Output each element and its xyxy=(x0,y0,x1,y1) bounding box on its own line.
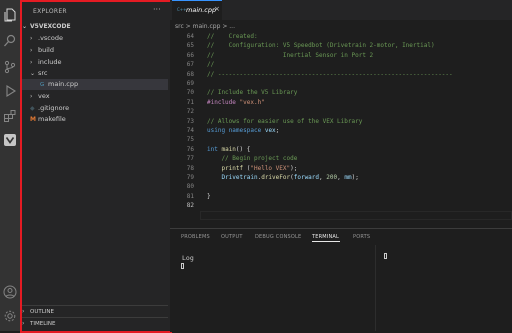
tab-ports[interactable]: PORTS xyxy=(353,234,370,240)
more-actions-icon[interactable]: ··· xyxy=(153,5,161,14)
tab-debug-console[interactable]: DEBUG CONSOLE xyxy=(255,234,301,240)
tree-item-label: .vscode xyxy=(38,34,63,42)
tab-terminal[interactable]: TERMINAL xyxy=(312,234,339,240)
search-icon[interactable] xyxy=(3,34,17,48)
outline-label: OUTLINE xyxy=(30,309,54,315)
active-tab-indicator xyxy=(312,241,340,242)
chevron-right-icon: › xyxy=(30,47,33,54)
tree-item-makefile[interactable]: Mmakefile xyxy=(22,114,168,125)
chevron-right-icon: › xyxy=(22,308,25,315)
cpp-file-icon: G xyxy=(40,82,45,88)
tree-item-label: include xyxy=(38,58,62,66)
tree-item-main-cpp[interactable]: Gmain.cpp xyxy=(22,79,168,90)
tree-item-label: build xyxy=(38,46,54,54)
vex-icon[interactable] xyxy=(3,133,17,147)
timeline-label: TIMELINE xyxy=(30,321,56,327)
panel-divider[interactable] xyxy=(375,245,376,331)
tree-item-label: src xyxy=(38,69,48,77)
tree-item-label: vex xyxy=(38,92,50,100)
close-icon[interactable]: × xyxy=(214,5,220,13)
tree-item-build[interactable]: › build xyxy=(22,45,168,56)
terminal-cursor-secondary xyxy=(384,253,387,259)
tree-item-include[interactable]: › include xyxy=(22,57,168,68)
chevron-right-icon: › xyxy=(30,59,33,66)
code-text: Drivetrain.driveFor(forward, 200, mm); xyxy=(221,174,359,181)
run-debug-icon[interactable] xyxy=(3,84,17,98)
makefile-icon: M xyxy=(30,116,36,123)
code-text: #include "vex.h" xyxy=(207,98,265,106)
settings-gear-icon[interactable] xyxy=(3,309,17,323)
chevron-right-icon: › xyxy=(30,35,33,42)
activity-bar xyxy=(0,0,20,331)
extensions-icon[interactable] xyxy=(3,109,17,123)
chevron-down-icon: ⌄ xyxy=(22,23,28,30)
tree-item-vscode[interactable]: › .vscode xyxy=(22,33,168,44)
bottom-panel xyxy=(170,228,512,332)
chevron-down-icon: ⌄ xyxy=(30,70,36,77)
explorer-title: EXPLORER xyxy=(33,8,67,15)
tab-problems[interactable]: PROBLEMS xyxy=(181,234,210,240)
code-text: // Inertial Sensor in Port 2 xyxy=(207,51,374,59)
tab-output[interactable]: OUTPUT xyxy=(221,234,243,240)
chevron-right-icon: › xyxy=(30,93,33,100)
tree-item-vex[interactable]: › vex xyxy=(22,91,168,102)
breadcrumb[interactable]: src > main.cpp > ... xyxy=(175,23,235,30)
current-line-highlight xyxy=(200,211,512,220)
tab-label: main.cpp xyxy=(186,6,217,14)
account-icon[interactable] xyxy=(3,285,17,299)
tree-item-src[interactable]: ⌄ src xyxy=(22,68,168,79)
terminal-output[interactable]: Log xyxy=(182,254,194,262)
line-number: 82 xyxy=(186,202,194,210)
code-text: using namespace vex; xyxy=(207,127,280,134)
tree-root-label: V5VEXCODE xyxy=(30,23,71,30)
terminal-cursor xyxy=(181,263,184,269)
tree-item-label: .gitignore xyxy=(38,104,70,112)
tree-item-label: main.cpp xyxy=(48,80,79,88)
tree-item-label: makefile xyxy=(38,115,66,123)
chevron-right-icon: › xyxy=(22,320,25,327)
timeline-section[interactable]: › TIMELINE xyxy=(22,317,168,329)
source-control-icon[interactable] xyxy=(3,60,17,74)
code-text: } xyxy=(207,192,211,200)
tree-root[interactable]: ⌄ V5VEXCODE xyxy=(22,21,168,32)
files-icon[interactable] xyxy=(3,8,17,22)
git-file-icon: ◆ xyxy=(30,105,35,112)
outline-section[interactable]: › OUTLINE xyxy=(22,305,168,317)
tree-item-gitignore[interactable]: ◆ .gitignore xyxy=(22,103,168,114)
code-text: // -------------------------------------… xyxy=(207,70,453,78)
